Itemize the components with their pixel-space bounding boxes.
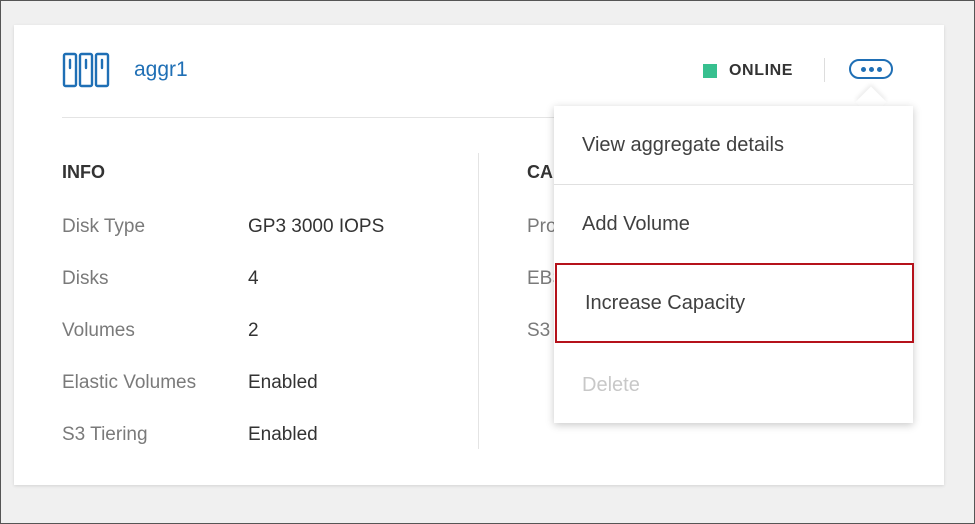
info-label: Disks <box>62 268 109 289</box>
status-badge: ONLINE <box>703 61 793 81</box>
info-value: Enabled <box>248 424 318 445</box>
status-text: ONLINE <box>729 62 794 79</box>
ellipsis-icon-dot-3 <box>876 66 882 72</box>
status-online-indicator <box>703 64 717 78</box>
info-value: 2 <box>248 320 259 341</box>
info-label: Disk Type <box>62 216 146 237</box>
info-label: S3 Tiering <box>62 424 148 445</box>
header-divider <box>824 58 825 82</box>
ellipsis-icon <box>860 66 866 72</box>
menu-item-add-volume[interactable]: Add Volume <box>554 185 913 264</box>
info-value: 4 <box>248 268 259 289</box>
actions-dropdown-menu: View aggregate details Add Volume Increa… <box>554 106 914 423</box>
capacity-section-title: CA <box>527 162 553 182</box>
more-actions-button[interactable] <box>849 59 893 79</box>
menu-item-increase-capacity[interactable]: Increase Capacity <box>555 263 914 343</box>
info-label: Volumes <box>62 320 135 341</box>
info-value: GP3 3000 IOPS <box>248 216 385 237</box>
info-section-title: INFO <box>62 162 105 182</box>
aggregate-disks-icon <box>62 52 110 88</box>
info-label: Elastic Volumes <box>62 372 197 393</box>
info-value: Enabled <box>248 372 318 393</box>
menu-item-delete: Delete <box>582 374 640 396</box>
column-divider <box>478 153 479 449</box>
capacity-row-label: S3 <box>527 320 551 341</box>
header-divider-line <box>62 117 562 118</box>
menu-item-view-aggregate-details[interactable]: View aggregate details <box>554 106 913 185</box>
aggregate-name-link[interactable]: aggr1 <box>134 58 188 82</box>
capacity-row-label: Pro <box>527 216 557 237</box>
ellipsis-icon-dot-2 <box>868 66 874 72</box>
